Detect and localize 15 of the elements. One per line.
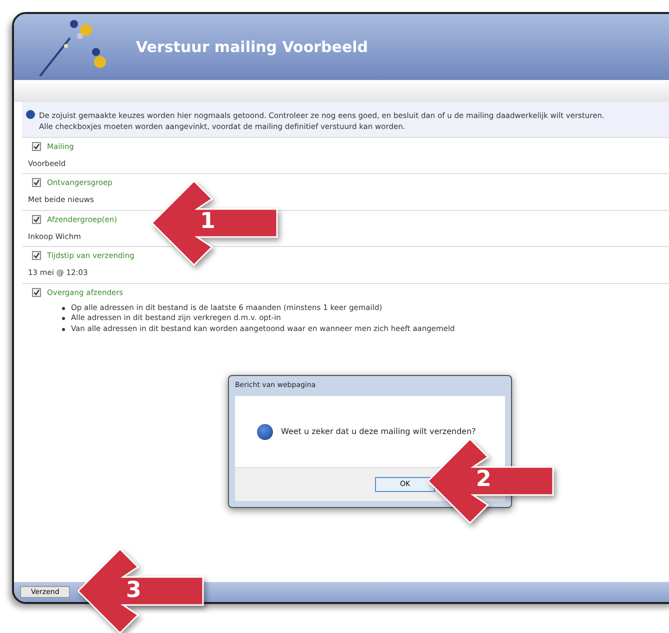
checkbox[interactable] xyxy=(32,288,41,297)
bullet-icon xyxy=(62,328,65,330)
info-icon xyxy=(26,110,35,119)
page-title: Verstuur mailing Voorbeeld xyxy=(136,36,368,58)
bullet-icon xyxy=(62,317,65,320)
checkbox[interactable] xyxy=(32,142,41,151)
checkbox[interactable] xyxy=(32,214,41,224)
checkbox[interactable] xyxy=(32,178,41,188)
callout-number: 2 xyxy=(476,469,492,491)
dialog-message: Weet u zeker dat u deze mailing wilt verzenden? xyxy=(281,426,476,438)
callout-number: 3 xyxy=(126,580,142,602)
checkbox[interactable] xyxy=(32,251,41,260)
bullet-icon xyxy=(62,306,65,310)
question-icon xyxy=(257,424,273,440)
callout-number: 1 xyxy=(200,211,216,233)
